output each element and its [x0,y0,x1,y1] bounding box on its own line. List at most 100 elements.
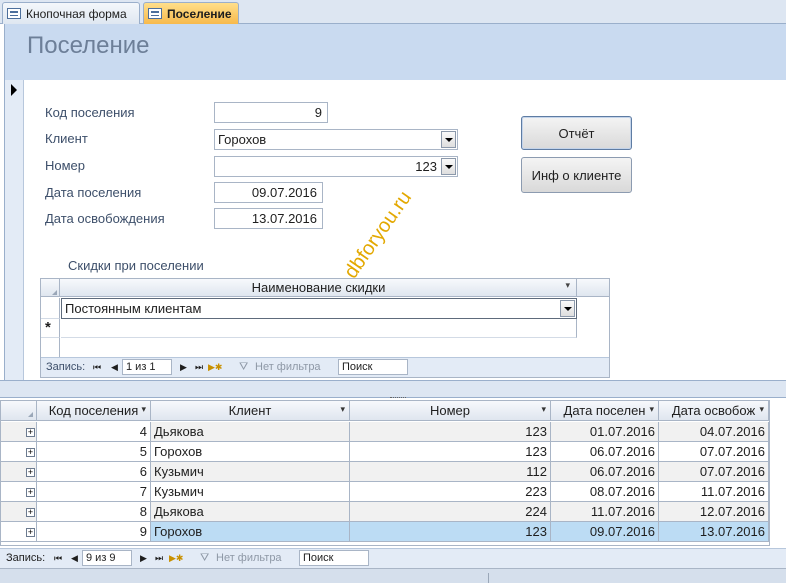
search-input[interactable]: Поиск [338,359,408,375]
splitter-grip-icon[interactable] [390,397,406,399]
table-row[interactable]: + 8 Дьякова 224 11.07.2016 12.07.2016 [1,502,769,522]
cell-client[interactable]: Дьякова [151,502,350,522]
column-header-kod[interactable]: Код поселения ▾ [37,401,151,421]
cell-nomer[interactable]: 223 [350,482,551,502]
cell-date-out[interactable]: 11.07.2016 [659,482,769,502]
expand-icon[interactable]: + [26,448,35,457]
sort-dropdown-icon[interactable]: ▾ [649,404,654,415]
new-record-icon[interactable]: ▶✱ [169,553,183,564]
tab-knopochnaya-forma[interactable]: Кнопочная форма [2,2,140,24]
cell-date-in[interactable]: 09.07.2016 [551,522,659,542]
kod-field[interactable]: 9 [214,102,328,123]
cell-kod[interactable]: 4 [37,422,151,442]
report-button[interactable]: Отчёт [521,116,632,150]
prev-record-icon[interactable]: ◀ [71,553,78,564]
table-row[interactable]: + 6 Кузьмич 112 06.07.2016 07.07.2016 [1,462,769,482]
date-in-field[interactable]: 09.07.2016 [214,182,323,203]
cell-nomer[interactable]: 224 [350,502,551,522]
cell-client[interactable]: Дьякова [151,422,350,442]
chevron-down-icon[interactable] [441,158,456,175]
no-filter-button[interactable]: Нет фильтра [255,361,321,373]
next-record-icon[interactable]: ▶ [180,362,187,373]
no-filter-button[interactable]: Нет фильтра [216,552,282,564]
record-position-input[interactable]: 1 из 1 [122,359,172,375]
sort-dropdown-icon[interactable]: ▾ [541,404,546,415]
cell-date-in[interactable]: 08.07.2016 [551,482,659,502]
sort-dropdown-icon[interactable]: ▾ [141,404,146,415]
cell-date-out[interactable]: 07.07.2016 [659,462,769,482]
cell-client[interactable]: Горохов [151,522,350,542]
table-row[interactable]: + 7 Кузьмич 223 08.07.2016 11.07.2016 [1,482,769,502]
cell-date-in[interactable]: 11.07.2016 [551,502,659,522]
chevron-down-icon[interactable] [441,131,456,148]
column-header-client[interactable]: Клиент ▾ [151,401,350,421]
sort-dropdown-icon[interactable]: ▾ [340,404,345,415]
row-selector[interactable]: + [1,502,37,522]
sort-dropdown-icon[interactable]: ▾ [565,280,570,291]
new-row-selector[interactable]: * [41,319,60,338]
row-selector[interactable]: + [1,422,37,442]
new-record-icon[interactable]: ▶✱ [208,362,222,373]
column-header-date-in[interactable]: Дата поселен ▾ [551,401,659,421]
expand-icon[interactable]: + [26,428,35,437]
search-input[interactable]: Поиск [299,550,369,566]
discount-combo[interactable]: Постоянным клиентам [61,298,577,319]
cell-client[interactable]: Горохов [151,442,350,462]
cell-date-out[interactable]: 12.07.2016 [659,502,769,522]
cell-kod[interactable]: 8 [37,502,151,522]
row-selector[interactable]: + [1,442,37,462]
cell-date-in[interactable]: 06.07.2016 [551,462,659,482]
cell-nomer[interactable]: 112 [350,462,551,482]
nomer-combo[interactable]: 123 [214,156,458,177]
client-info-button[interactable]: Инф о клиенте [521,157,632,193]
table-row[interactable]: + 4 Дьякова 123 01.07.2016 04.07.2016 [1,422,769,442]
record-position-input[interactable]: 9 из 9 [82,550,132,566]
expand-icon[interactable]: + [26,468,35,477]
select-all-corner[interactable] [41,279,60,297]
row-selector[interactable]: + [1,482,37,502]
cell-nomer[interactable]: 123 [350,442,551,462]
cell-date-in[interactable]: 06.07.2016 [551,442,659,462]
tab-poselenie[interactable]: Поселение [143,2,239,24]
cell-date-out[interactable]: 13.07.2016 [659,522,769,542]
cell-date-in[interactable]: 01.07.2016 [551,422,659,442]
next-record-icon[interactable]: ▶ [140,553,147,564]
cell-kod[interactable]: 5 [37,442,151,462]
date-out-field[interactable]: 13.07.2016 [214,208,323,229]
split-form-splitter[interactable] [0,380,786,398]
expand-icon[interactable]: + [26,508,35,517]
first-record-icon[interactable]: ⏮ [54,553,62,564]
expand-icon[interactable]: + [26,528,35,537]
cell-client[interactable]: Кузьмич [151,462,350,482]
chevron-down-icon[interactable] [560,300,575,317]
column-header-label: Клиент [228,403,272,418]
last-record-icon[interactable]: ⏭ [195,362,203,373]
last-record-icon[interactable]: ⏭ [155,553,163,564]
table-row[interactable]: + 5 Горохов 123 06.07.2016 07.07.2016 [1,442,769,462]
kod-label: Код поселения [45,105,135,120]
client-combo[interactable]: Горохов [214,129,458,150]
new-row-cell[interactable] [61,319,577,338]
cell-kod[interactable]: 9 [37,522,151,542]
column-header-nomer[interactable]: Номер ▾ [350,401,551,421]
select-all-corner[interactable] [1,401,37,421]
cell-date-out[interactable]: 04.07.2016 [659,422,769,442]
column-header-date-out[interactable]: Дата освобож ▾ [659,401,769,421]
row-selector[interactable]: + [1,462,37,482]
cell-nomer[interactable]: 123 [350,522,551,542]
sort-dropdown-icon[interactable]: ▾ [759,404,764,415]
first-record-icon[interactable]: ⏮ [93,362,101,373]
cell-client[interactable]: Кузьмич [151,482,350,502]
cell-kod[interactable]: 6 [37,462,151,482]
table-row-selected[interactable]: + 9 Горохов 123 09.07.2016 13.07.2016 [1,522,769,542]
cell-nomer[interactable]: 123 [350,422,551,442]
row-selector[interactable] [41,298,60,319]
column-header-discount[interactable]: Наименование скидки ▾ [61,279,577,297]
cell-kod[interactable]: 7 [37,482,151,502]
prev-record-icon[interactable]: ◀ [111,362,118,373]
record-selector[interactable] [5,80,24,380]
row-selector[interactable]: + [1,522,37,542]
expand-icon[interactable]: + [26,488,35,497]
cell-date-out[interactable]: 07.07.2016 [659,442,769,462]
new-record-icon: * [45,319,51,336]
